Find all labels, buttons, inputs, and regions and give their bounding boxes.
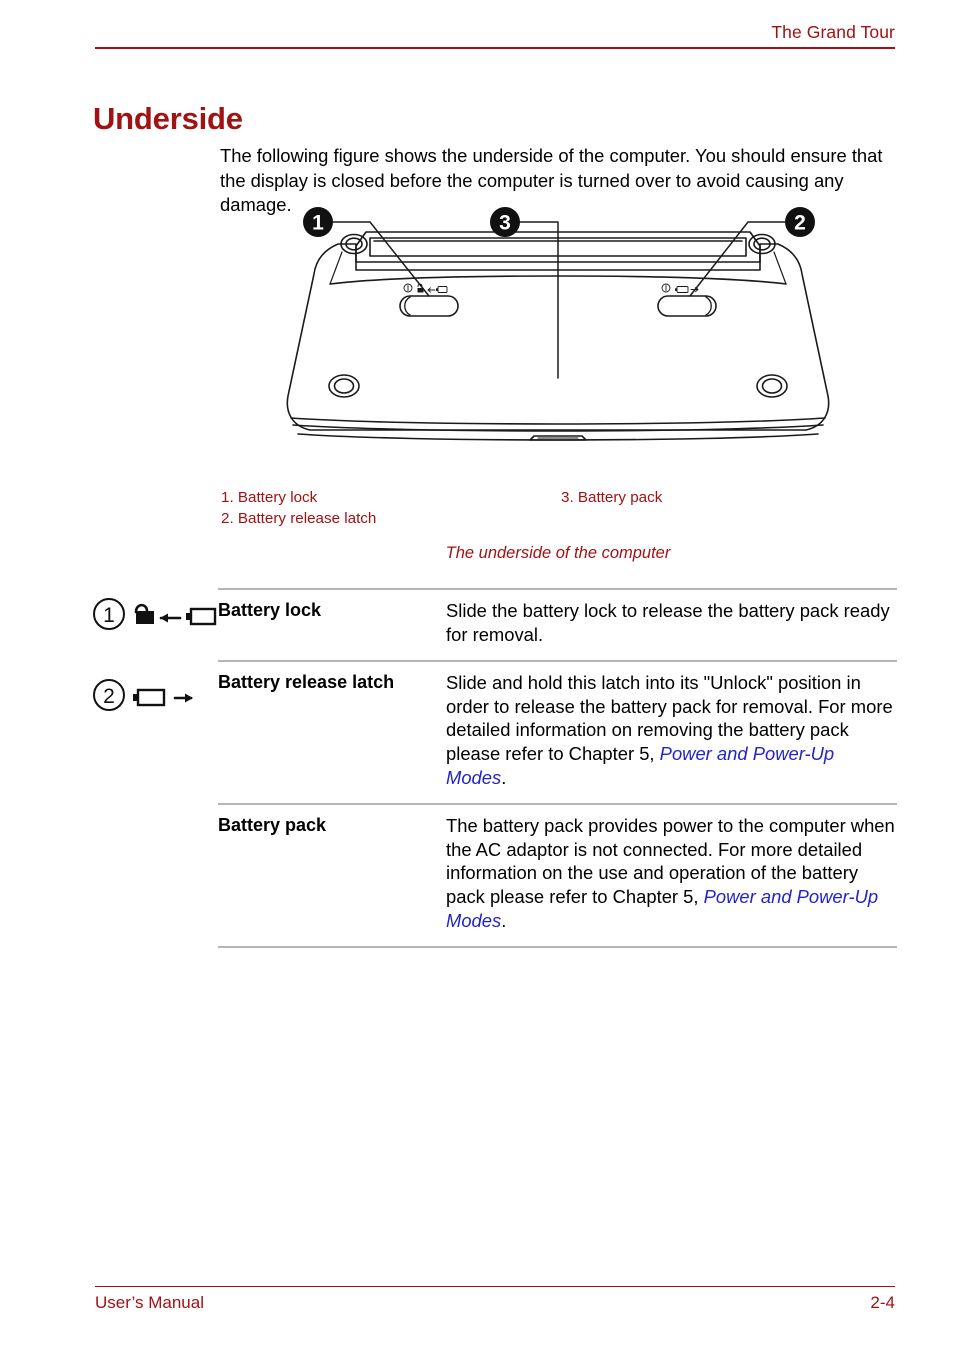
margin-icon-group-2: 2 [92,678,218,712]
figure-callout-3: 3 [490,207,520,237]
svg-text:2: 2 [794,212,806,235]
figure-callout-2: 2 [785,207,815,237]
footer-divider [95,1286,895,1287]
term-battery-pack: Battery pack [218,815,327,836]
footer-manual-label: User’s Manual [95,1293,204,1312]
description-battery-lock: Slide the battery lock to release the ba… [446,590,897,660]
description-battery-pack: The battery pack provides power to the c… [446,805,897,946]
table-row: Battery pack The battery pack provides p… [218,805,897,946]
description-text-tail: . [501,909,507,931]
legend-item-1: 1. Battery lock [221,489,318,506]
description-text: Slide the battery lock to release the ba… [446,600,890,645]
open-padlock-icon [134,603,154,624]
term-battery-release-latch: Battery release latch [218,672,395,693]
battery-icon [186,607,217,626]
figure-legend: 1. Battery lock 3. Battery pack 2. Batte… [221,487,896,529]
arrow-left-icon [159,613,182,623]
arrow-right-icon [173,693,193,703]
margin-icon-group-1: 1 [92,597,218,631]
description-battery-release-latch: Slide and hold this latch into its "Unlo… [446,662,897,803]
figure-underside-of-computer: 1 3 2 [218,200,898,490]
svg-text:3: 3 [499,212,511,235]
legend-row: 2. Battery release latch [221,508,896,529]
table-row: Battery release latch Slide and hold thi… [218,662,897,803]
figure-caption: The underside of the computer [445,544,671,562]
chapter-title: The Grand Tour [771,22,895,42]
legend-row: 1. Battery lock 3. Battery pack [221,487,896,508]
svg-text:2: 2 [103,685,115,708]
battery-icon [133,688,166,707]
header-divider [95,47,895,49]
circled-number-1-icon: 1 [93,598,125,630]
legend-item-2: 2. Battery release latch [221,510,377,527]
legend-item-3: 3. Battery pack [561,489,663,506]
svg-text:1: 1 [312,212,324,235]
svg-text:1: 1 [103,604,115,627]
page-footer: User’s Manual 2-4 [95,1286,895,1313]
circled-number-2-icon: 2 [93,679,125,711]
figure-callout-1: 1 [303,207,333,237]
footer-page-number: 2-4 [870,1293,895,1312]
table-row: Battery lock Slide the battery lock to r… [218,590,897,660]
definition-table: Battery lock Slide the battery lock to r… [218,588,897,949]
running-header: The Grand Tour [95,22,895,49]
laptop-underside-illustration: 1 3 2 [286,207,830,441]
page-title: Underside [93,100,243,136]
term-battery-lock: Battery lock [218,600,322,620]
description-text-tail: . [501,766,507,788]
table-rule [218,946,897,949]
